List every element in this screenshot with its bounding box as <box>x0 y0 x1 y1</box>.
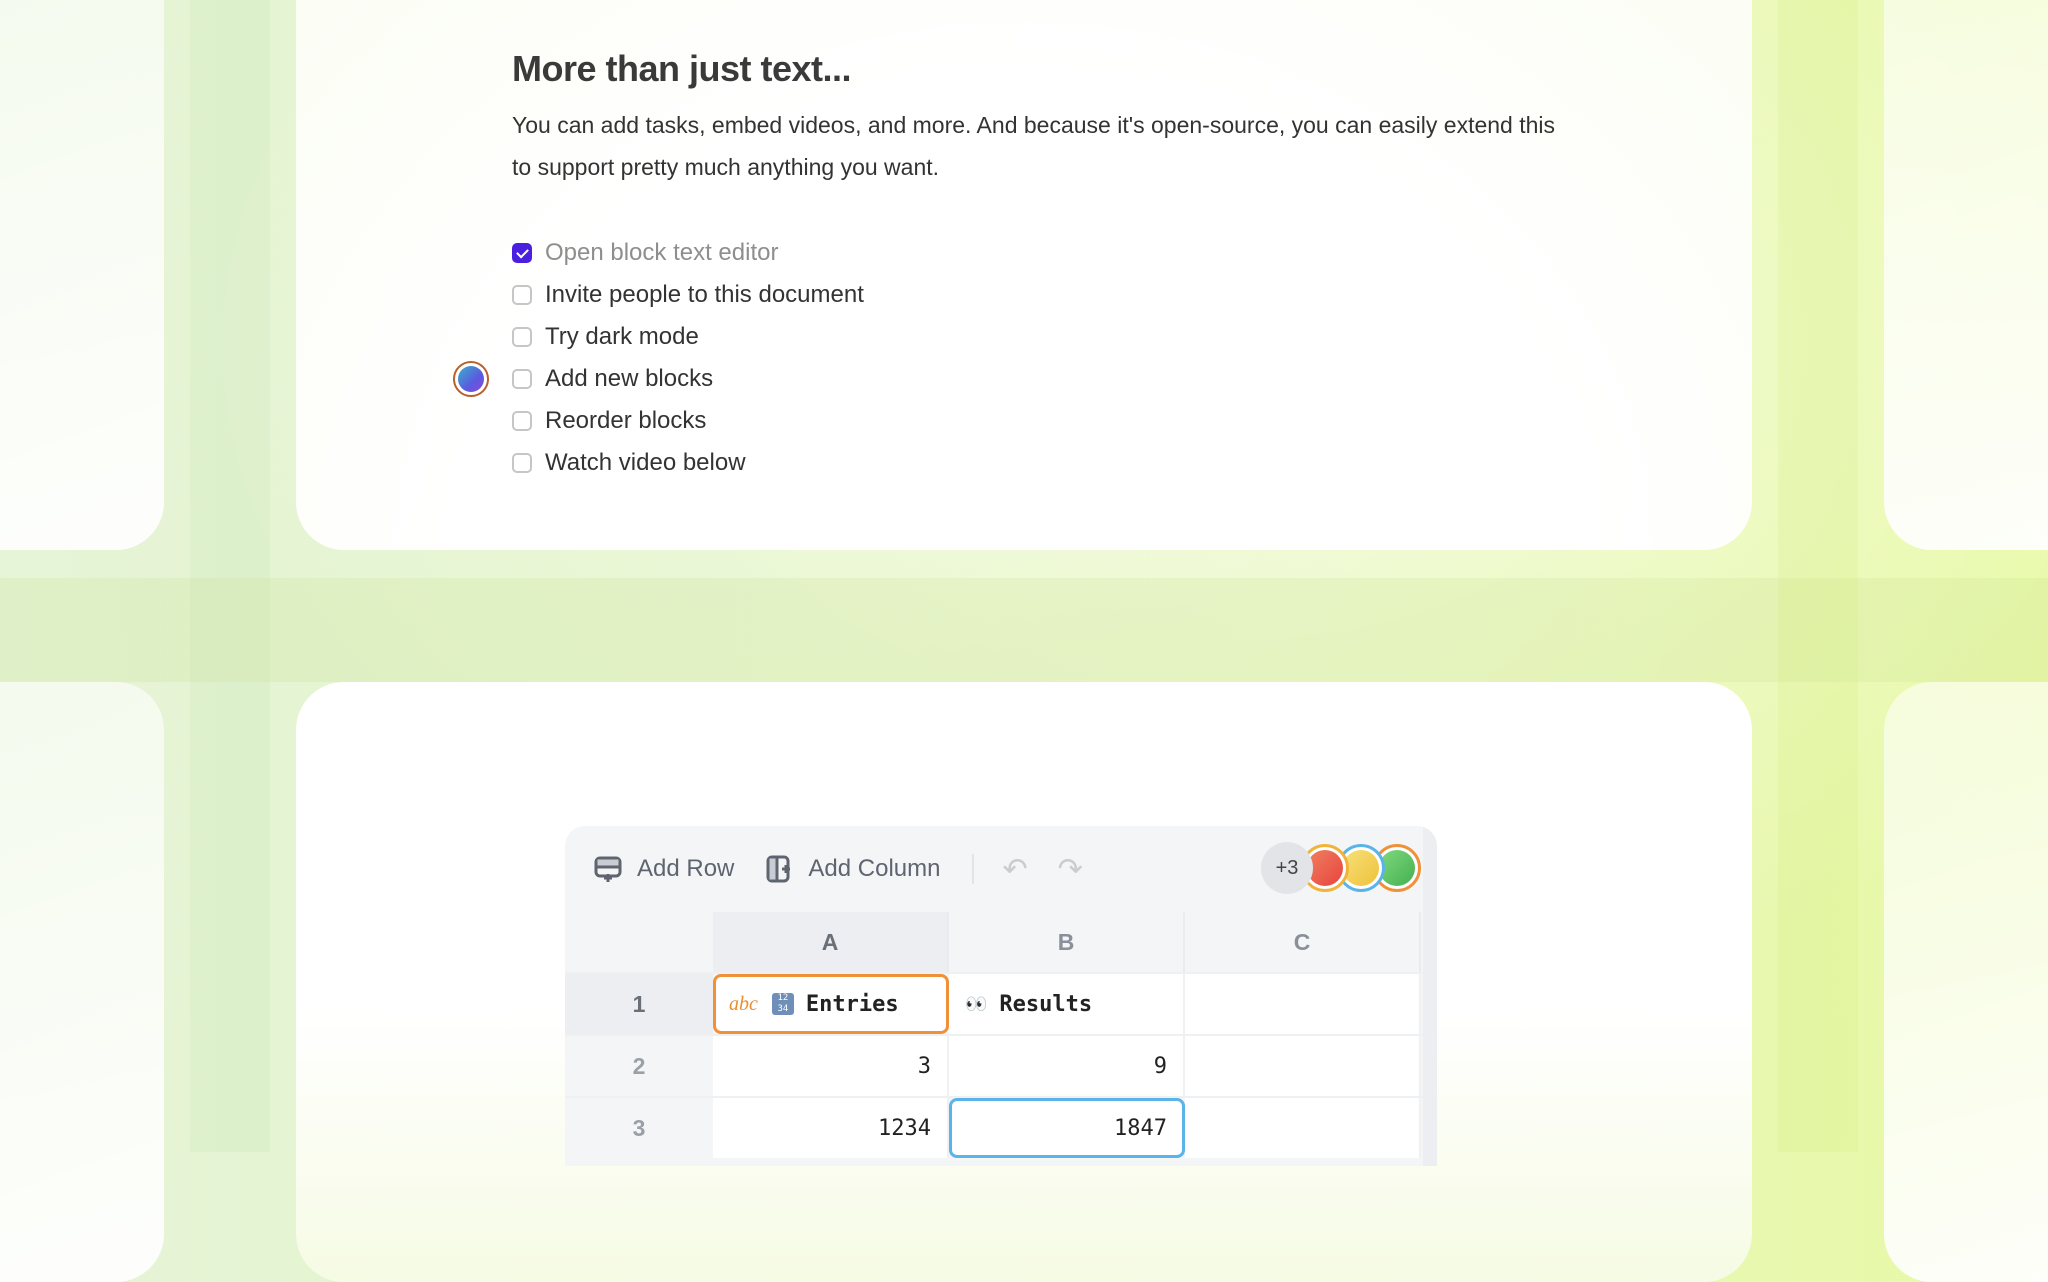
checklist-item[interactable]: Watch video below <box>512 442 864 484</box>
checklist-item-label[interactable]: Watch video below <box>545 449 746 477</box>
spreadsheet-toolbar: Add Row Add Column ↶ ↷ +3 <box>565 826 1437 912</box>
cell-a3[interactable]: 1234 <box>713 1098 949 1158</box>
section-content: More than just text... You can add tasks… <box>512 48 1612 188</box>
side-panel-top-left <box>0 0 164 550</box>
toolbar-divider <box>972 854 975 884</box>
checklist-item-label[interactable]: Try dark mode <box>545 323 699 351</box>
cell-text: Results <box>999 991 1093 1017</box>
checkbox-checked[interactable] <box>512 243 532 263</box>
checklist-item-label[interactable]: Reorder blocks <box>545 407 706 435</box>
add-row-button[interactable]: Add Row <box>593 854 734 884</box>
background-band-left <box>190 0 270 1152</box>
column-header-row: A B C <box>565 912 1437 972</box>
cell-c1[interactable] <box>1185 974 1421 1034</box>
redo-icon[interactable]: ↷ <box>1058 852 1083 887</box>
row-number[interactable]: 2 <box>565 1036 713 1096</box>
cell-b2[interactable]: 9 <box>949 1036 1185 1096</box>
row-number[interactable]: 3 <box>565 1098 713 1158</box>
checklist-item[interactable]: Open block text editor <box>512 232 864 274</box>
checkbox[interactable] <box>512 327 532 347</box>
corner-cell[interactable] <box>565 912 713 972</box>
cell-b3[interactable]: 1847 <box>949 1098 1185 1158</box>
checklist-item-label[interactable]: Add new blocks <box>545 365 713 393</box>
cell-c3[interactable] <box>1185 1098 1421 1158</box>
side-panel-bottom-right <box>1884 682 2048 1282</box>
vertical-scrollbar[interactable] <box>1423 826 1437 1166</box>
column-header-a[interactable]: A <box>713 912 949 972</box>
table-row: 3 1234 1847 <box>565 1096 1437 1158</box>
task-checklist: Open block text editor Invite people to … <box>512 232 864 484</box>
cell-text: Entries <box>805 991 899 1017</box>
cell-a2[interactable]: 3 <box>713 1036 949 1096</box>
row-number[interactable]: 1 <box>565 974 713 1034</box>
checklist-item-label[interactable]: Open block text editor <box>545 239 778 267</box>
collaborator-cursor-avatar <box>453 361 489 397</box>
checklist-item[interactable]: Add new blocks <box>512 358 864 400</box>
spreadsheet: Add Row Add Column ↶ ↷ +3 A B C 1 abc 12… <box>565 826 1437 1166</box>
add-column-label: Add Column <box>808 855 941 882</box>
side-panel-bottom-left <box>0 682 164 1282</box>
more-collaborators-badge[interactable]: +3 <box>1261 842 1313 894</box>
section-title: More than just text... <box>512 48 852 89</box>
side-panel-top-right <box>1884 0 2048 550</box>
cell-b1[interactable]: 👀 Results <box>949 974 1185 1034</box>
eyes-emoji-icon: 👀 <box>965 993 988 1015</box>
add-column-button[interactable]: Add Column <box>764 854 940 884</box>
checkbox[interactable] <box>512 369 532 389</box>
column-header-c[interactable]: C <box>1185 912 1421 972</box>
table-row: 2 3 9 <box>565 1034 1437 1096</box>
checkbox[interactable] <box>512 411 532 431</box>
collaborator-avatars: +3 <box>1261 842 1421 894</box>
checklist-item-label[interactable]: Invite people to this document <box>545 281 864 309</box>
checkbox[interactable] <box>512 285 532 305</box>
column-header-b[interactable]: B <box>949 912 1185 972</box>
checklist-item[interactable]: Reorder blocks <box>512 400 864 442</box>
spreadsheet-grid: A B C 1 abc 12 34 Entries 👀 Results 2 3 9… <box>565 912 1437 1158</box>
cell-c2[interactable] <box>1185 1036 1421 1096</box>
cell-a1[interactable]: abc 12 34 Entries <box>713 974 949 1034</box>
checklist-item[interactable]: Invite people to this document <box>512 274 864 316</box>
section-description[interactable]: You can add tasks, embed videos, and mor… <box>512 104 1572 188</box>
user-avatar-icon <box>458 366 484 392</box>
background-band-horizontal <box>0 578 2048 682</box>
add-row-label: Add Row <box>637 855 735 882</box>
add-column-icon <box>766 855 791 883</box>
numbers-emoji-icon: 12 34 <box>771 993 794 1015</box>
text-type-tag: abc <box>729 992 758 1015</box>
checkbox[interactable] <box>512 453 532 473</box>
background-band-right <box>1778 0 1858 1152</box>
checklist-item[interactable]: Try dark mode <box>512 316 864 358</box>
table-row: 1 abc 12 34 Entries 👀 Results <box>565 972 1437 1034</box>
add-row-icon <box>594 856 622 882</box>
checkmark-icon <box>515 245 529 258</box>
undo-icon[interactable]: ↶ <box>1002 852 1027 887</box>
